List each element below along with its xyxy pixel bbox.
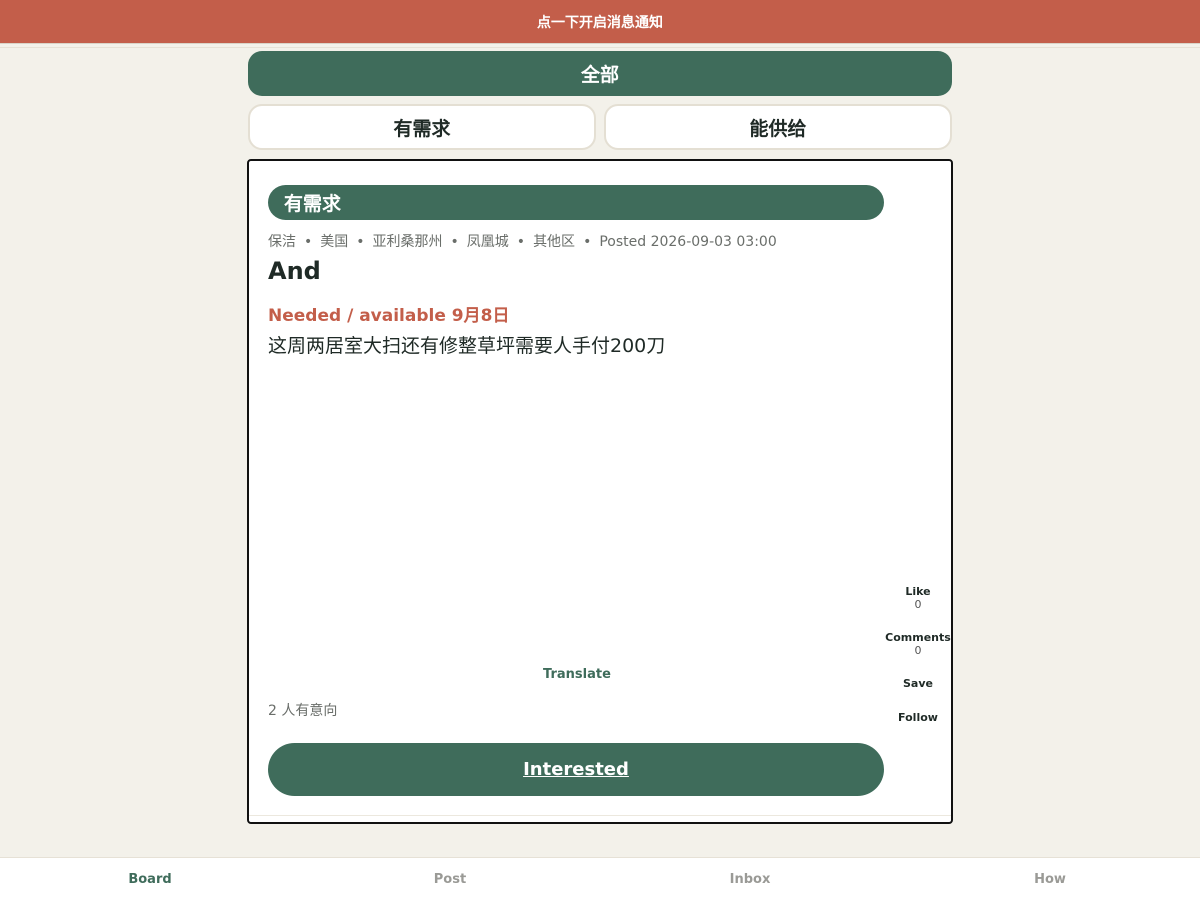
meta-separator: • bbox=[516, 234, 526, 250]
filter-supply-button[interactable]: 能供给 bbox=[604, 104, 952, 150]
nav-post[interactable]: Post bbox=[300, 858, 600, 901]
save-button[interactable]: Save bbox=[903, 677, 933, 690]
post-date-needed: Needed / available 9月8日 bbox=[268, 306, 510, 326]
post-type-label: 有需求 bbox=[284, 193, 342, 215]
bottom-nav: Board Post Inbox How bbox=[0, 857, 1200, 901]
meta-separator: • bbox=[304, 234, 313, 250]
nav-board[interactable]: Board bbox=[0, 858, 300, 901]
translate-link[interactable]: Translate bbox=[249, 667, 905, 682]
meta-state: 亚利桑那州 bbox=[372, 234, 443, 250]
interest-count: 2 人有意向 bbox=[268, 703, 338, 719]
filter-all-button[interactable]: 全部 bbox=[248, 51, 952, 96]
meta-separator: • bbox=[356, 234, 365, 250]
follow-label: Follow bbox=[898, 711, 938, 724]
save-label: Save bbox=[903, 677, 933, 690]
follow-button[interactable]: Follow bbox=[898, 711, 938, 724]
divider bbox=[0, 47, 1200, 48]
comments-label: Comments bbox=[885, 631, 951, 644]
comments-button[interactable]: Comments 0 bbox=[885, 631, 951, 657]
comments-count: 0 bbox=[914, 644, 922, 657]
post-type-tag: 有需求 bbox=[268, 185, 884, 220]
meta-district: 其他区 bbox=[533, 234, 576, 250]
meta-separator: • bbox=[450, 234, 459, 250]
meta-separator: • bbox=[583, 234, 592, 250]
interested-button[interactable]: Interested bbox=[268, 743, 884, 796]
post-body: 这周两居室大扫还有修整草坪需要人手付200刀 bbox=[268, 335, 666, 357]
filter-need-button[interactable]: 有需求 bbox=[248, 104, 596, 150]
post-title: And bbox=[268, 257, 321, 285]
notification-banner[interactable]: 点一下开启消息通知 bbox=[0, 0, 1200, 44]
like-label: Like bbox=[905, 585, 931, 598]
post-meta: 保洁 • 美国 • 亚利桑那州 • 凤凰城 • 其他区 • Posted 2026-09-03 03… bbox=[268, 231, 777, 251]
like-button[interactable]: Like 0 bbox=[905, 585, 930, 611]
meta-posted-time: Posted 2026-09-03 03:00 bbox=[599, 234, 777, 250]
nav-how[interactable]: How bbox=[900, 858, 1200, 901]
notification-banner-text: 点一下开启消息通知 bbox=[537, 14, 663, 31]
nav-inbox[interactable]: Inbox bbox=[600, 858, 900, 901]
like-count: 0 bbox=[914, 598, 922, 611]
post-card: 有需求 保洁 • 美国 • 亚利桑那州 • 凤凰城 • 其他区 • Posted 2026-09-0… bbox=[247, 159, 953, 824]
card-footer-rule bbox=[249, 815, 951, 822]
post-actions: Like 0 Comments 0 Save Follow bbox=[885, 585, 951, 724]
meta-city: 凤凰城 bbox=[466, 234, 509, 250]
meta-country: 美国 bbox=[320, 234, 349, 250]
meta-category: 保洁 bbox=[268, 234, 296, 250]
